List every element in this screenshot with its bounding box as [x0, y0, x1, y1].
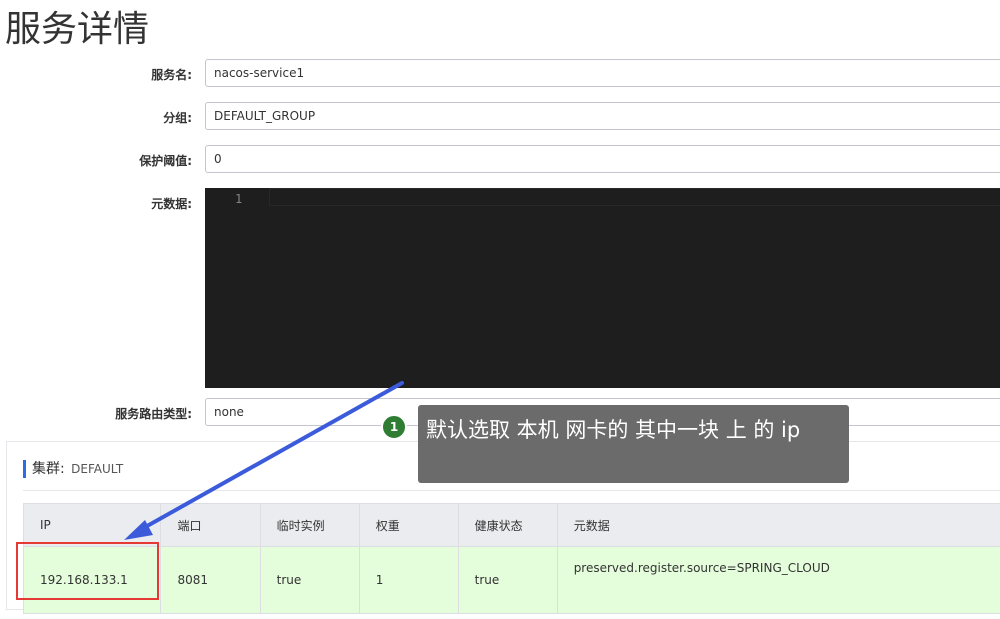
metadata-editor[interactable]: 1 [205, 188, 1000, 388]
editor-active-line[interactable] [269, 188, 1000, 206]
page-title: 服务详情 [5, 9, 150, 50]
cluster-name: DEFAULT [71, 462, 124, 476]
service-name-input[interactable] [205, 59, 1000, 87]
cell-health: true [457, 546, 558, 614]
column-header-ip: IP [22, 503, 162, 547]
cluster-title-label: 集群: [32, 461, 65, 477]
cell-port: 8081 [160, 546, 261, 614]
metadata-label: 元数据: [151, 197, 192, 211]
instances-table: IP 端口 临时实例 权重 健康状态 元数据 192.168.133.1 808… [22, 503, 1000, 614]
cluster-divider [23, 490, 1000, 491]
step-badge: 1 [381, 414, 407, 440]
column-header-metadata: 元数据 [556, 503, 1000, 547]
cell-ip: 192.168.133.1 [22, 546, 162, 614]
service-name-label: 服务名: [151, 68, 192, 82]
cell-metadata: preserved.register.source=SPRING_CLOUD [556, 546, 1000, 614]
column-header-port: 端口 [160, 503, 261, 547]
protect-threshold-label: 保护阈值: [139, 154, 192, 168]
cluster-title: 集群: DEFAULT [23, 460, 123, 478]
table-header-row: IP 端口 临时实例 权重 健康状态 元数据 [22, 503, 1000, 547]
protect-threshold-input[interactable] [205, 145, 1000, 173]
column-header-health: 健康状态 [457, 503, 558, 547]
cell-ephemeral: true [259, 546, 360, 614]
column-header-ephemeral: 临时实例 [259, 503, 360, 547]
callout-text: 默认选取 本机 网卡的 其中一块 上 的 ip [426, 418, 801, 442]
annotation-callout: 默认选取 本机 网卡的 其中一块 上 的 ip [418, 405, 849, 483]
route-type-label: 服务路由类型: [115, 407, 192, 421]
table-row[interactable]: 192.168.133.1 8081 true 1 true preserved… [22, 546, 1000, 614]
group-input[interactable] [205, 102, 1000, 130]
group-label: 分组: [163, 111, 192, 125]
column-header-weight: 权重 [358, 503, 459, 547]
editor-line-number: 1 [235, 192, 243, 206]
cell-weight: 1 [358, 546, 459, 614]
